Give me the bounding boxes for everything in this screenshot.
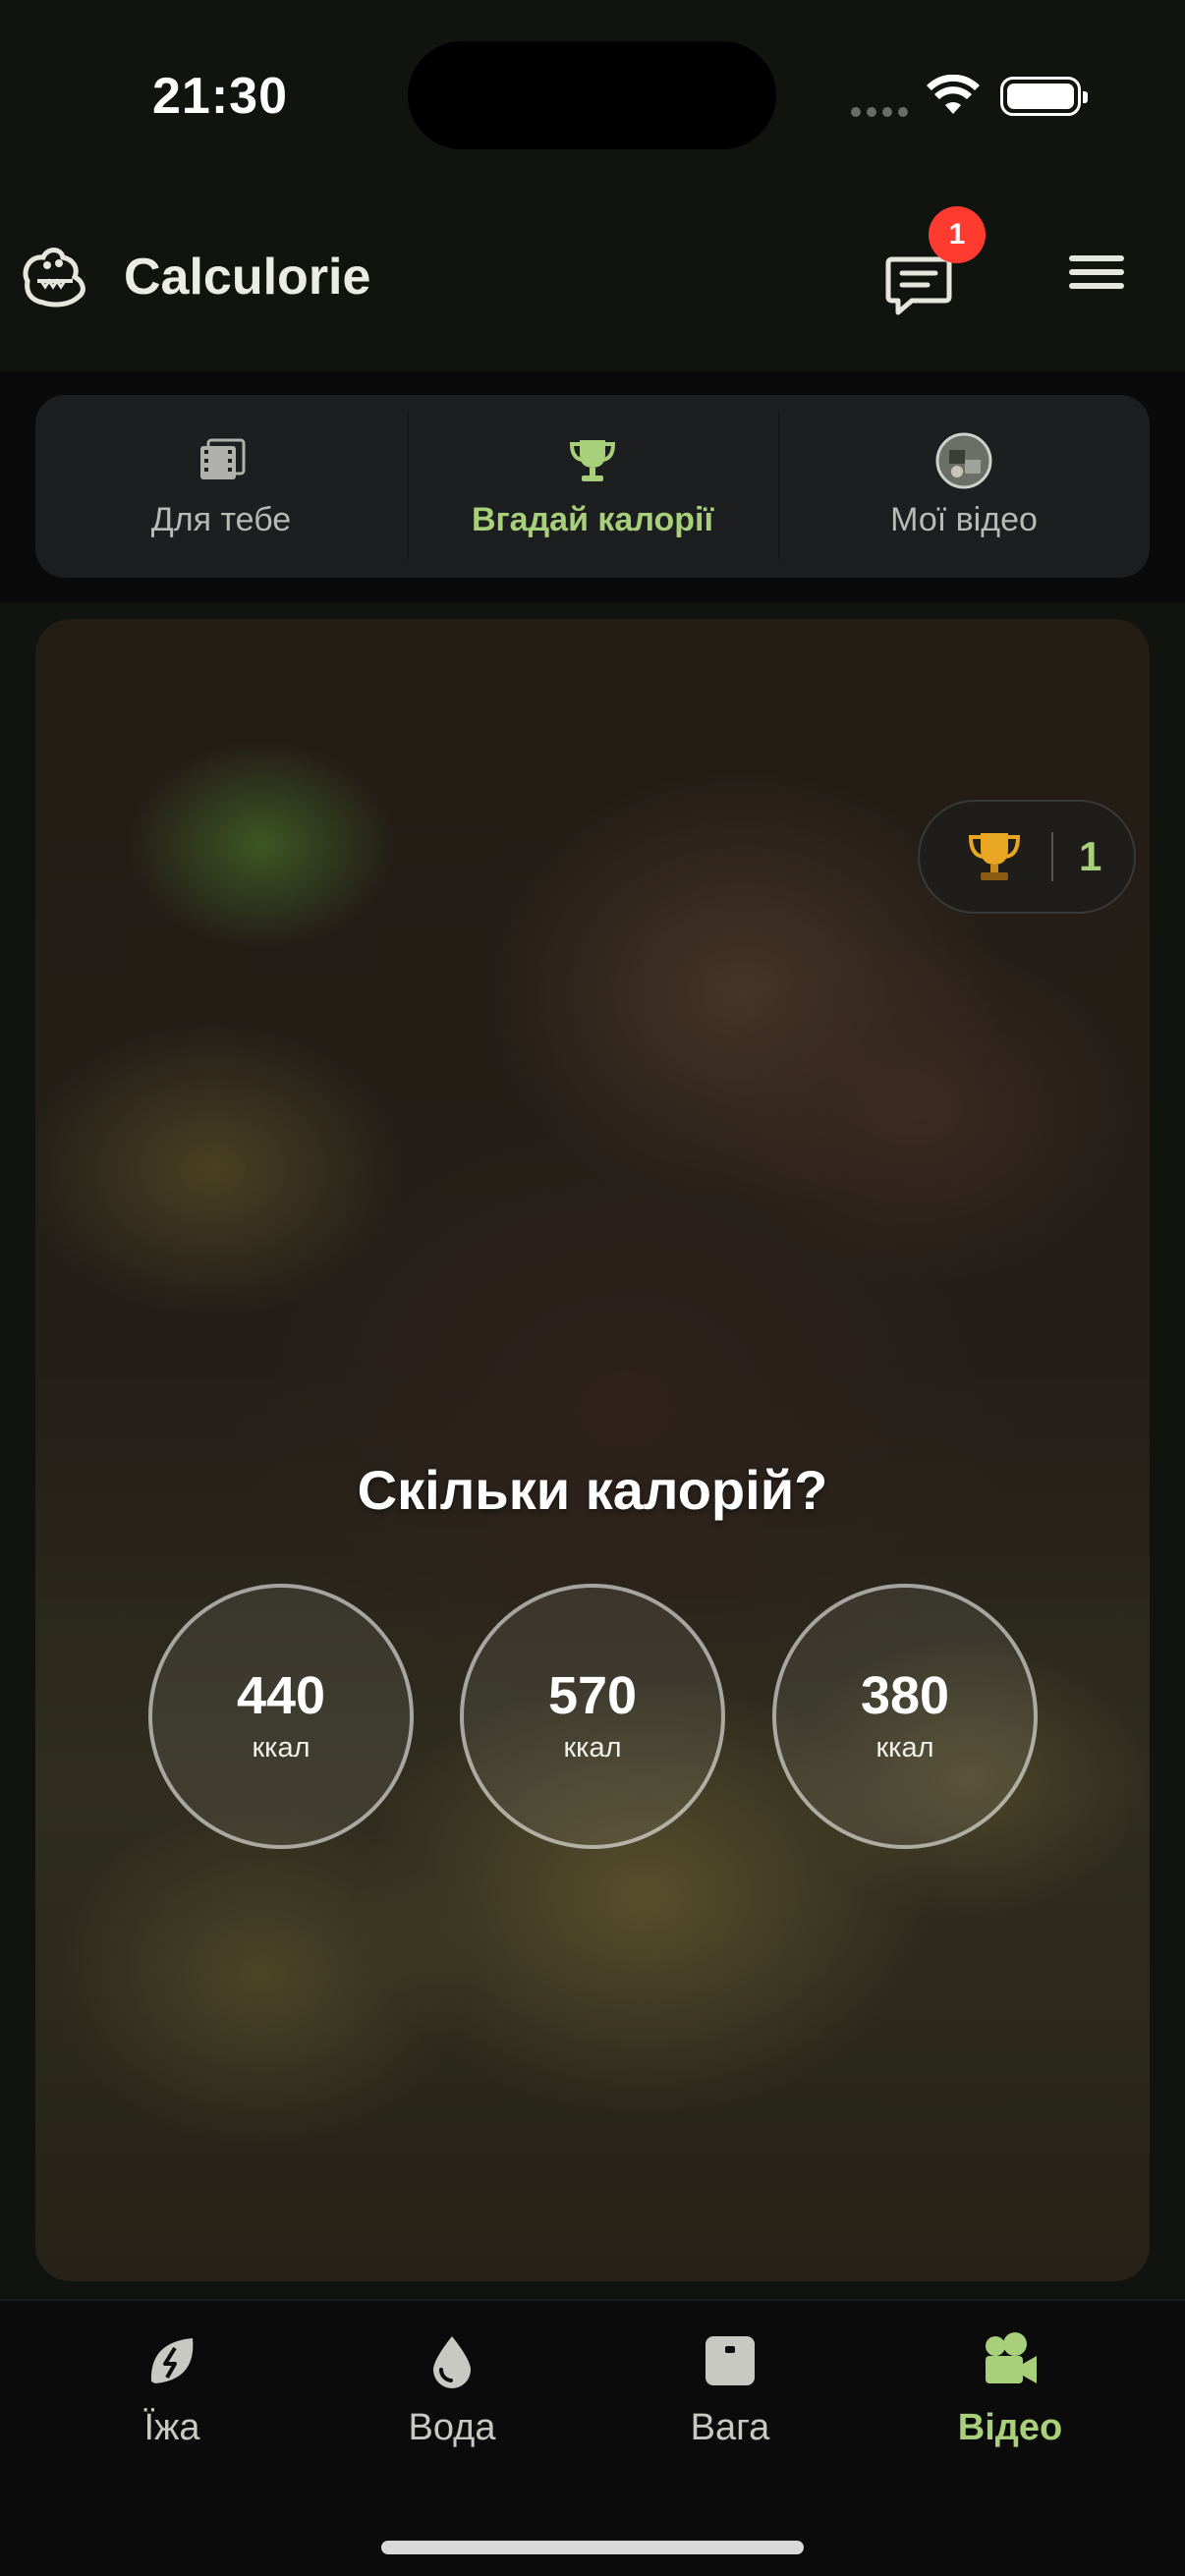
tab-my-videos[interactable]: Мої відео: [778, 395, 1150, 578]
film-icon: [200, 438, 246, 479]
trophy-icon: [569, 440, 616, 481]
quiz-question: Скільки калорій?: [357, 1459, 828, 1521]
answer-value: 570: [547, 1665, 638, 1725]
cellular-signal-icon: [851, 104, 914, 122]
avatar-icon: [935, 432, 992, 489]
nav-food[interactable]: Їжа: [64, 2330, 280, 2449]
video-camera-icon: [986, 2332, 1037, 2383]
answer-options: 440 ккал 570 ккал 380 ккал: [35, 1584, 1150, 1849]
tab-label: Мої відео: [890, 501, 1038, 538]
status-bar: 21:30: [0, 0, 1185, 187]
nav-weight[interactable]: Вага: [622, 2330, 838, 2449]
app-title: Calculorie: [124, 249, 371, 306]
crocodile-logo-icon: [23, 248, 85, 308]
hamburger-menu-icon[interactable]: [1061, 248, 1132, 310]
tab-guess-calories[interactable]: Вгадай калорії: [407, 395, 778, 578]
nav-water[interactable]: Вода: [344, 2330, 560, 2449]
app-screen: 21:30 Calculorie 1 Для тебе Вгадай калор…: [0, 0, 1185, 2576]
bottom-nav: Їжа Вода Вага Відео: [0, 2299, 1185, 2576]
nav-label: Вода: [408, 2407, 496, 2448]
tab-label: Вгадай калорії: [471, 501, 714, 538]
tab-label: Для тебе: [150, 501, 292, 538]
nav-label: Відео: [957, 2407, 1063, 2448]
answer-unit: ккал: [252, 1731, 310, 1764]
answer-value: 440: [236, 1665, 326, 1725]
score-value: 1: [1079, 833, 1102, 879]
answer-unit: ккал: [563, 1731, 622, 1764]
wifi-icon: [927, 75, 980, 114]
water-drop-icon: [433, 2336, 471, 2388]
score-pill: 1: [918, 800, 1136, 914]
dynamic-island: [408, 41, 776, 149]
nav-video[interactable]: Відео: [902, 2330, 1118, 2449]
chat-badge: 1: [929, 206, 986, 263]
nav-label: Їжа: [143, 2407, 200, 2448]
answer-option-3[interactable]: 380 ккал: [772, 1584, 1038, 1849]
answer-option-1[interactable]: 440 ккал: [148, 1584, 414, 1849]
gold-trophy-icon: [968, 833, 1021, 880]
nav-label: Вага: [690, 2407, 770, 2448]
status-time: 21:30: [152, 68, 288, 125]
app-header: Calculorie 1: [0, 187, 1185, 371]
home-indicator: [381, 2541, 804, 2554]
tab-for-you[interactable]: Для тебе: [35, 395, 407, 578]
food-leaf-icon: [150, 2338, 194, 2383]
answer-unit: ккал: [875, 1731, 934, 1764]
food-photo-card: 1 Скільки калорій? 440 ккал 570 ккал 380…: [35, 619, 1150, 2281]
battery-icon: [1000, 77, 1088, 116]
scale-icon: [705, 2336, 755, 2385]
answer-value: 380: [860, 1665, 950, 1725]
answer-option-2[interactable]: 570 ккал: [460, 1584, 725, 1849]
top-tabs: Для тебе Вгадай калорії Мої відео: [35, 395, 1150, 578]
